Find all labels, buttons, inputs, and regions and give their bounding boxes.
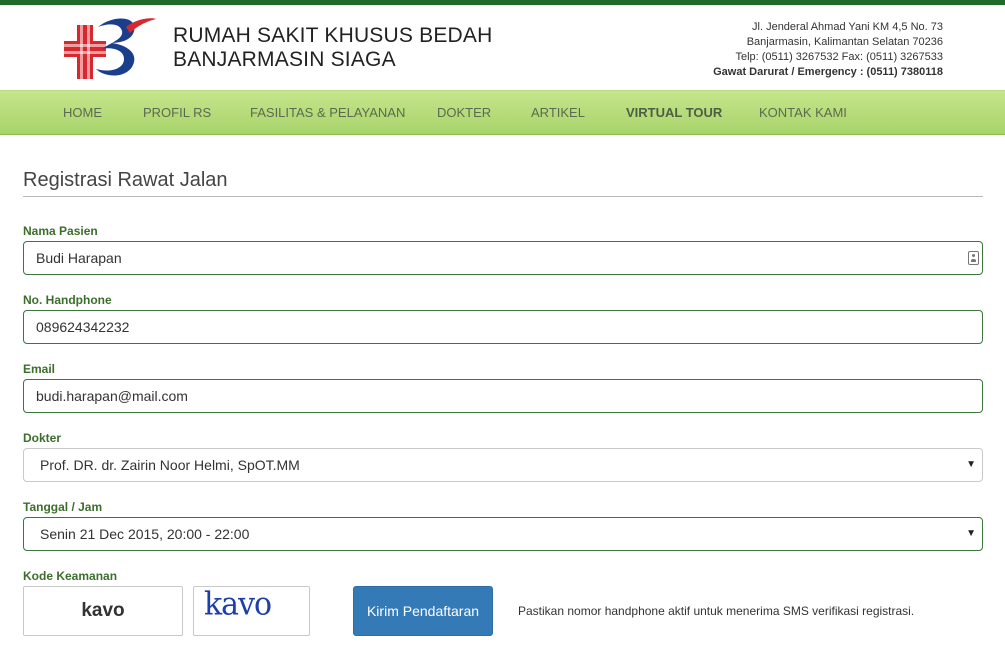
emergency-line: Gawat Darurat / Emergency : (0511) 73801… [713, 66, 943, 78]
patient-name-label: Nama Pasien [23, 224, 98, 238]
captcha-input-value: kavo [81, 600, 125, 621]
email-value: budi.harapan@mail.com [36, 388, 188, 404]
nav-artikel[interactable]: ARTIKEL [531, 91, 585, 135]
phone-label: No. Handphone [23, 293, 112, 307]
datetime-selected-value: Senin 21 Dec 2015, 20:00 - 22:00 [40, 526, 250, 542]
datetime-label: Tanggal / Jam [23, 500, 103, 514]
patient-name-value: Budi Harapan [36, 250, 122, 266]
hospital-cross-logo-icon[interactable] [60, 13, 158, 83]
sms-verification-hint: Pastikan nomor handphone aktif untuk men… [518, 604, 915, 618]
captcha-label: Kode Keamanan [23, 569, 118, 583]
hospital-name: RUMAH SAKIT KHUSUS BEDAH BANJARMASIN SIA… [173, 24, 492, 72]
site-header: RUMAH SAKIT KHUSUS BEDAH BANJARMASIN SIA… [0, 5, 1005, 90]
captcha-input[interactable]: kavo [23, 586, 183, 636]
page-title: Registrasi Rawat Jalan [23, 169, 228, 191]
phone-fax-line: Telp: (0511) 3267532 Fax: (0511) 3267533 [735, 51, 943, 63]
address-line2: Banjarmasin, Kalimantan Selatan 70236 [746, 36, 943, 48]
doctor-select[interactable]: Prof. DR. dr. Zairin Noor Helmi, SpOT.MM… [23, 448, 983, 482]
datetime-select[interactable]: Senin 21 Dec 2015, 20:00 - 22:00 ▼ [23, 517, 983, 551]
captcha-image-text: kavo [204, 586, 272, 623]
contact-info: Jl. Jenderal Ahmad Yani KM 4,5 No. 73 Ba… [713, 20, 943, 80]
hospital-name-line1: RUMAH SAKIT KHUSUS BEDAH [173, 24, 493, 47]
nav-virtual-tour[interactable]: VIRTUAL TOUR [626, 91, 722, 135]
nav-fasilitas-pelayanan[interactable]: FASILITAS & PELAYANAN [250, 91, 405, 135]
nav-dokter[interactable]: DOKTER [437, 91, 491, 135]
nav-profil-rs[interactable]: PROFIL RS [143, 91, 211, 135]
email-field[interactable]: budi.harapan@mail.com [23, 379, 983, 413]
nav-kontak-kami[interactable]: KONTAK KAMI [759, 91, 847, 135]
doctor-selected-value: Prof. DR. dr. Zairin Noor Helmi, SpOT.MM [40, 457, 300, 473]
title-divider [23, 196, 983, 197]
dropdown-caret-icon: ▼ [966, 459, 976, 470]
phone-field[interactable]: 089624342232 [23, 310, 983, 344]
address-line1: Jl. Jenderal Ahmad Yani KM 4,5 No. 73 [752, 21, 943, 33]
dropdown-caret-icon: ▼ [966, 528, 976, 539]
nav-home[interactable]: HOME [63, 91, 102, 135]
main-navigation: HOME PROFIL RS FASILITAS & PELAYANAN DOK… [0, 90, 1005, 135]
captcha-image: kavo [193, 586, 310, 636]
email-label: Email [23, 362, 56, 376]
patient-name-field[interactable]: Budi Harapan [23, 241, 983, 275]
phone-value: 089624342232 [36, 319, 130, 335]
hospital-name-line2: BANJARMASIN SIAGA [173, 48, 396, 71]
submit-registration-button[interactable]: Kirim Pendaftaran [353, 586, 493, 636]
doctor-label: Dokter [23, 431, 62, 445]
contact-card-icon[interactable] [968, 251, 979, 265]
